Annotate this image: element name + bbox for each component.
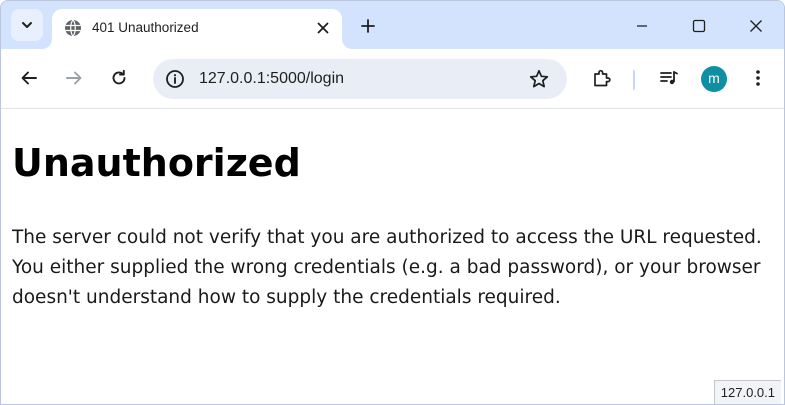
toolbar-divider — [633, 70, 635, 90]
new-tab-button[interactable] — [355, 13, 381, 39]
page-content: Unauthorized The server could not verify… — [1, 109, 784, 404]
reload-button[interactable] — [104, 63, 134, 93]
globe-icon — [64, 19, 82, 37]
star-icon[interactable] — [527, 67, 551, 91]
avatar[interactable]: m — [701, 66, 727, 92]
extensions-button[interactable] — [587, 63, 617, 93]
page-title: Unauthorized — [12, 141, 301, 185]
close-window-button[interactable] — [741, 11, 771, 41]
tab-title: 401 Unauthorized — [92, 20, 199, 35]
maximize-button[interactable] — [684, 11, 714, 41]
playlist-icon — [659, 68, 679, 88]
error-message: The server could not verify that you are… — [12, 227, 762, 308]
back-button[interactable] — [14, 63, 44, 93]
url-text[interactable]: 127.0.0.1:5000/login — [199, 69, 344, 89]
media-controls-button[interactable] — [654, 63, 684, 93]
arrow-left-icon — [20, 69, 38, 87]
menu-button[interactable] — [743, 63, 773, 93]
arrow-right-icon — [65, 69, 83, 87]
plus-icon — [361, 19, 375, 33]
close-icon[interactable] — [312, 17, 334, 39]
status-bubble: 127.0.0.1 — [713, 380, 781, 404]
reload-icon — [110, 69, 128, 87]
tab-search-button[interactable] — [11, 9, 43, 41]
tab-active[interactable]: 401 Unauthorized — [52, 9, 342, 49]
address-bar[interactable]: 127.0.0.1:5000/login — [153, 59, 567, 99]
tab-strip: 401 Unauthorized — [1, 1, 784, 49]
minimize-button[interactable] — [627, 11, 657, 41]
forward-button[interactable] — [59, 63, 89, 93]
more-vert-icon — [755, 69, 761, 87]
chevron-down-icon — [20, 18, 34, 32]
puzzle-icon — [592, 68, 612, 88]
browser-toolbar: 127.0.0.1:5000/login m — [1, 49, 784, 109]
maximize-icon — [692, 19, 706, 33]
minimize-icon — [635, 19, 649, 33]
info-icon[interactable] — [163, 67, 187, 91]
close-icon — [749, 19, 763, 33]
browser-window: 401 Unauthorized 127.0.0.1:5000/login m … — [0, 0, 785, 405]
